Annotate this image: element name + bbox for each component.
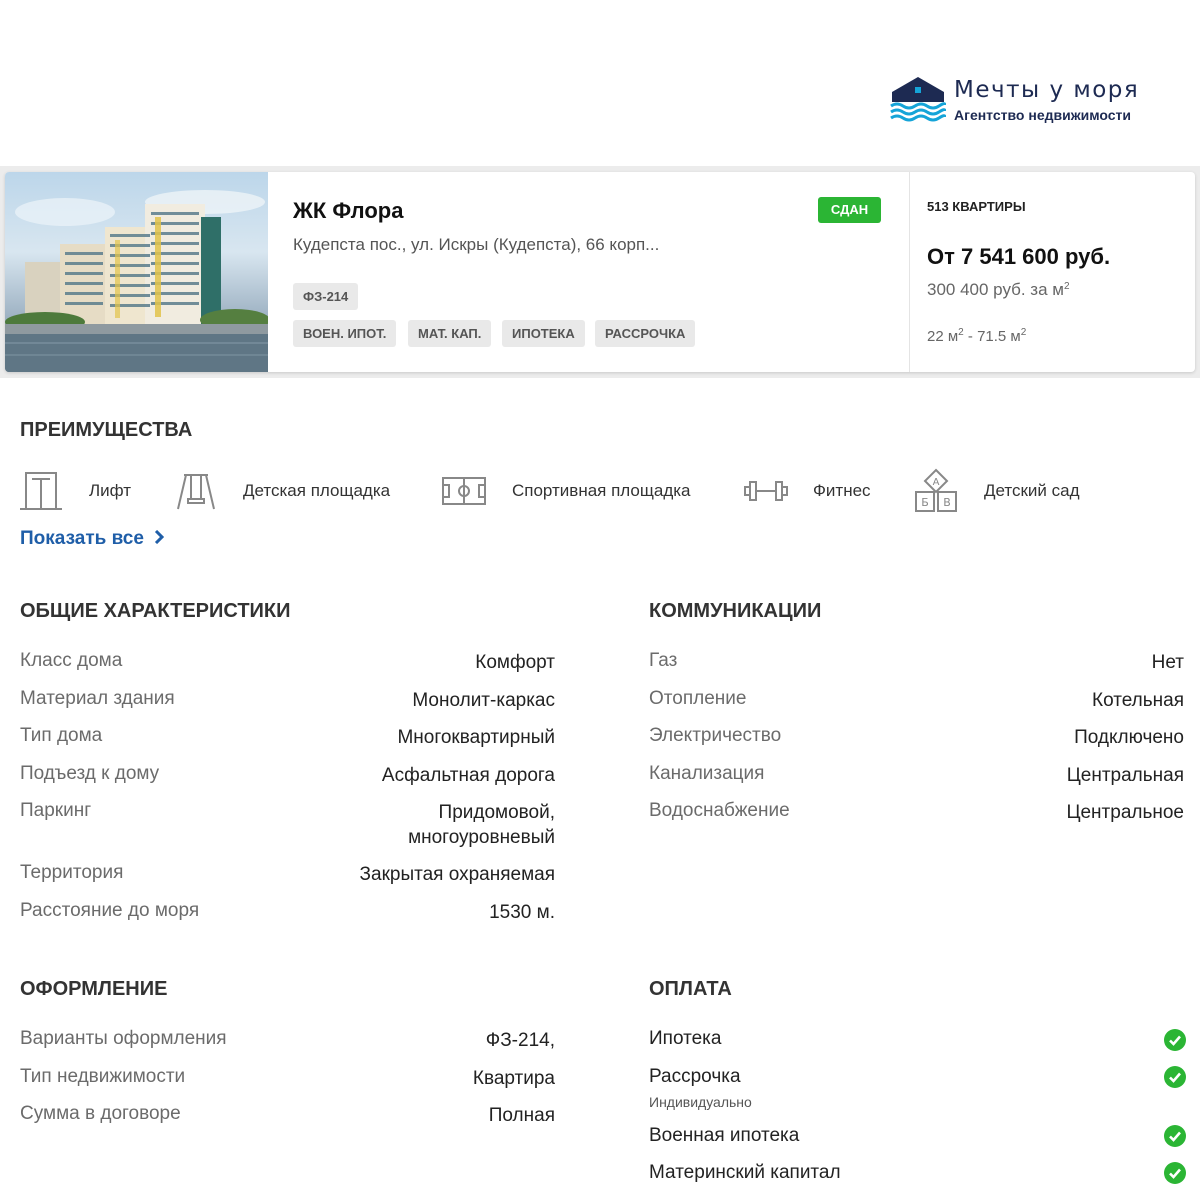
brand-logo[interactable]: Мечты у моря Агентство недвижимости <box>890 74 1170 126</box>
dumbbell-icon <box>744 481 788 501</box>
listing-info: ЖК Флора СДАН Кудепста пос., ул. Искры (… <box>293 172 905 372</box>
chevron-right-icon <box>154 530 164 544</box>
listing-title[interactable]: ЖК Флора <box>293 198 403 224</box>
spec-value: Асфальтная дорога <box>381 765 555 786</box>
svg-text:Б: Б <box>921 496 929 509</box>
status-badge: СДАН <box>818 197 881 223</box>
payment-option-label: Рассрочка <box>649 1066 741 1087</box>
utility-value: Котельная <box>1092 690 1184 711</box>
listing-address: Кудепста пос., ул. Искры (Кудепста), 66 … <box>293 235 660 254</box>
brand-tagline: Агентство недвижимости <box>954 107 1132 123</box>
tag-installment: РАССРОЧКА <box>595 320 696 347</box>
advantage-label: Детский сад <box>984 481 1080 500</box>
communications-title: КОММУНИКАЦИИ <box>649 600 822 622</box>
swing-icon <box>177 474 215 510</box>
registration-value: ФЗ-214, <box>485 1030 555 1051</box>
utility-label: Отопление <box>649 688 747 709</box>
abc-blocks-icon: Б В А <box>915 468 957 512</box>
spec-label: Класс дома <box>20 650 123 671</box>
show-all-link[interactable]: Показать все <box>20 528 164 550</box>
spec-label: Материал здания <box>20 688 175 709</box>
spec-label: Территория <box>20 862 124 883</box>
general-title: ОБЩИЕ ХАРАКТЕРИСТИКИ <box>20 600 291 622</box>
payment-option-label: Материнский капитал <box>649 1162 841 1183</box>
spec-value: Закрытая охраняемая <box>359 864 555 885</box>
listing-card-container: ЖК Флора СДАН Кудепста пос., ул. Искры (… <box>0 166 1200 378</box>
check-icon <box>1164 1066 1186 1088</box>
registration-value: Полная <box>488 1105 555 1126</box>
advantage-label: Фитнес <box>813 481 871 500</box>
svg-text:А: А <box>933 477 940 488</box>
utility-label: Газ <box>649 650 678 671</box>
payment-title: ОПЛАТА <box>649 978 732 1000</box>
utility-value: Центральное <box>1066 802 1184 823</box>
tag-mortgage: ИПОТЕКА <box>502 320 585 347</box>
spec-label: Подъезд к дому <box>20 763 160 784</box>
law-tag: ФЗ-214 <box>293 283 359 310</box>
house-waves-icon <box>890 77 946 122</box>
utility-value: Подключено <box>1074 727 1184 748</box>
spec-value: 1530 м. <box>489 902 555 923</box>
utility-label: Канализация <box>649 763 765 784</box>
registration-label: Тип недвижимости <box>20 1066 186 1087</box>
listing-card[interactable]: ЖК Флора СДАН Кудепста пос., ул. Искры (… <box>5 172 1195 372</box>
area-range: 22 м2 - 71.5 м2 <box>927 327 1027 346</box>
advantage-label: Детская площадка <box>243 481 391 500</box>
spec-label: Паркинг <box>20 800 92 821</box>
tag-military-mortgage: ВОЕН. ИПОТ. <box>293 320 397 347</box>
registration-label: Варианты оформления <box>20 1028 227 1049</box>
flats-count: 513 КВАРТИРЫ <box>927 199 1026 214</box>
registration-value: Квартира <box>472 1068 555 1089</box>
sports-field-icon <box>442 477 486 505</box>
utility-value: Нет <box>1151 652 1184 673</box>
registration-title: ОФОРМЛЕНИЕ <box>20 978 168 1000</box>
payment-option-label: Ипотека <box>649 1028 722 1049</box>
check-icon <box>1164 1162 1186 1184</box>
spec-value: Монолит-каркас <box>412 690 555 711</box>
building-photo[interactable] <box>5 172 268 372</box>
check-icon <box>1164 1125 1186 1147</box>
spec-label: Тип дома <box>20 725 103 746</box>
advantages-title: ПРЕИМУЩЕСТВА <box>20 419 193 441</box>
brand-name: Мечты у моря <box>954 77 1140 103</box>
spec-value: Комфорт <box>475 652 555 673</box>
listing-price-panel: 513 КВАРТИРЫ От 7 541 600 руб. 300 400 р… <box>909 172 1195 372</box>
utility-label: Водоснабжение <box>649 800 790 821</box>
spec-label: Расстояние до моря <box>20 900 200 921</box>
price: От 7 541 600 руб. <box>927 244 1111 269</box>
tag-maternity-capital: МАТ. КАП. <box>408 320 492 347</box>
utility-value: Центральная <box>1066 765 1184 786</box>
spec-value-continued: многоуровневый <box>408 827 555 848</box>
registration-label: Сумма в договоре <box>20 1103 181 1124</box>
show-all-label: Показать все <box>20 528 144 549</box>
spec-value: Придомовой, <box>438 802 555 823</box>
elevator-icon <box>20 472 62 510</box>
price-per-m2: 300 400 руб. за м2 <box>927 280 1070 299</box>
advantage-label: Лифт <box>89 481 132 500</box>
svg-text:В: В <box>943 496 951 509</box>
payment-option-note: Индивидуально <box>649 1094 752 1110</box>
check-icon <box>1164 1029 1186 1051</box>
advantage-label: Спортивная площадка <box>512 481 691 500</box>
utility-label: Электричество <box>649 725 782 746</box>
payment-option-label: Военная ипотека <box>649 1125 800 1146</box>
spec-value: Многоквартирный <box>397 727 555 748</box>
